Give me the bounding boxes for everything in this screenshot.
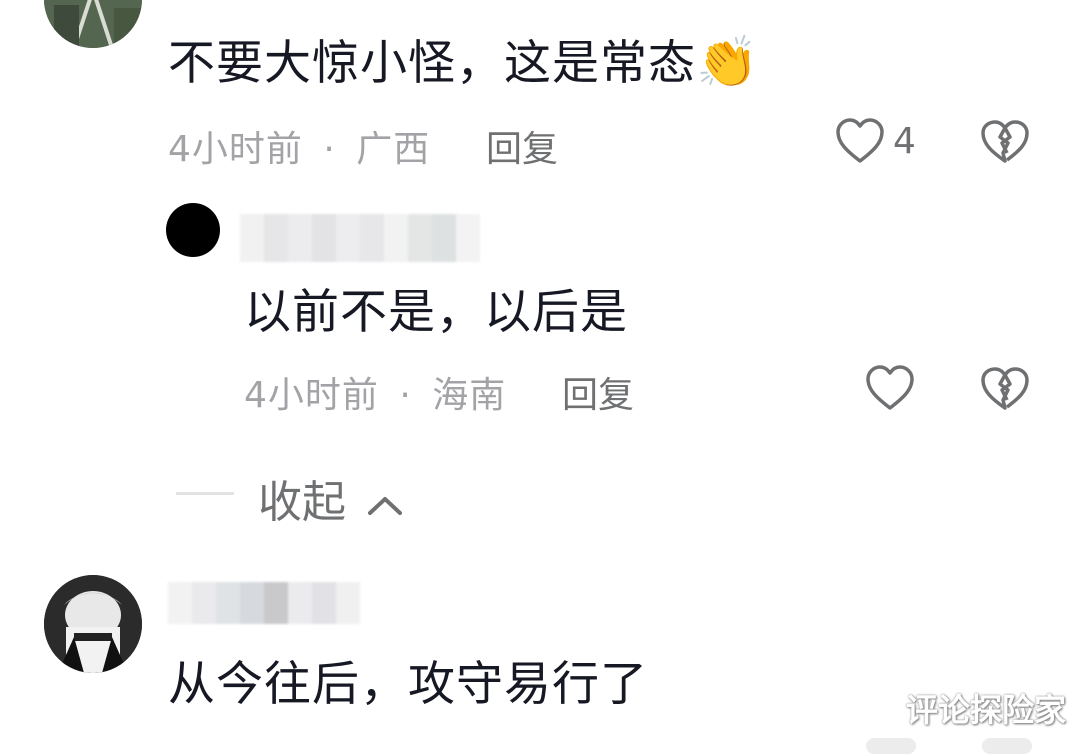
reply-button[interactable]: 回复 bbox=[562, 366, 634, 418]
watermark: 评论探险家 bbox=[905, 691, 1066, 729]
comment-location: 广西 bbox=[356, 129, 431, 170]
blurred-username[interactable] bbox=[168, 582, 360, 624]
avatar[interactable] bbox=[44, 0, 142, 48]
avatar[interactable] bbox=[166, 203, 220, 257]
comment-text: 从今往后，攻守易行了 bbox=[168, 657, 648, 712]
comment-time: 4小时前 bbox=[168, 129, 303, 170]
chevron-up-icon bbox=[366, 493, 404, 517]
meta-separator: · bbox=[399, 375, 412, 416]
reply-button[interactable]: 回复 bbox=[486, 120, 558, 172]
reply-meta: 4小时前 · 海南 bbox=[244, 366, 506, 418]
collapse-divider bbox=[176, 492, 234, 495]
collapse-label: 收起 bbox=[258, 477, 346, 528]
heart-outline-icon[interactable] bbox=[866, 738, 916, 754]
blurred-username[interactable] bbox=[240, 214, 480, 262]
reply-location: 海南 bbox=[432, 375, 507, 416]
heart-outline-icon[interactable] bbox=[835, 117, 885, 165]
comment-text: 不要大惊小怪，这是常态👏 bbox=[168, 33, 760, 91]
collapse-replies-button[interactable]: 收起 bbox=[258, 466, 404, 530]
meta-separator: · bbox=[323, 129, 336, 170]
like-count: 4 bbox=[893, 121, 916, 162]
broken-heart-icon[interactable] bbox=[980, 366, 1030, 412]
comment-meta: 4小时前 · 广西 bbox=[168, 120, 430, 172]
broken-heart-icon[interactable] bbox=[980, 119, 1030, 165]
reply-time: 4小时前 bbox=[244, 375, 379, 416]
reply-text: 以前不是，以后是 bbox=[244, 285, 628, 340]
avatar[interactable] bbox=[44, 575, 142, 673]
clapping-hands-emoji: 👏 bbox=[696, 33, 760, 91]
heart-outline-icon[interactable] bbox=[865, 364, 915, 412]
broken-heart-icon[interactable] bbox=[982, 738, 1032, 754]
